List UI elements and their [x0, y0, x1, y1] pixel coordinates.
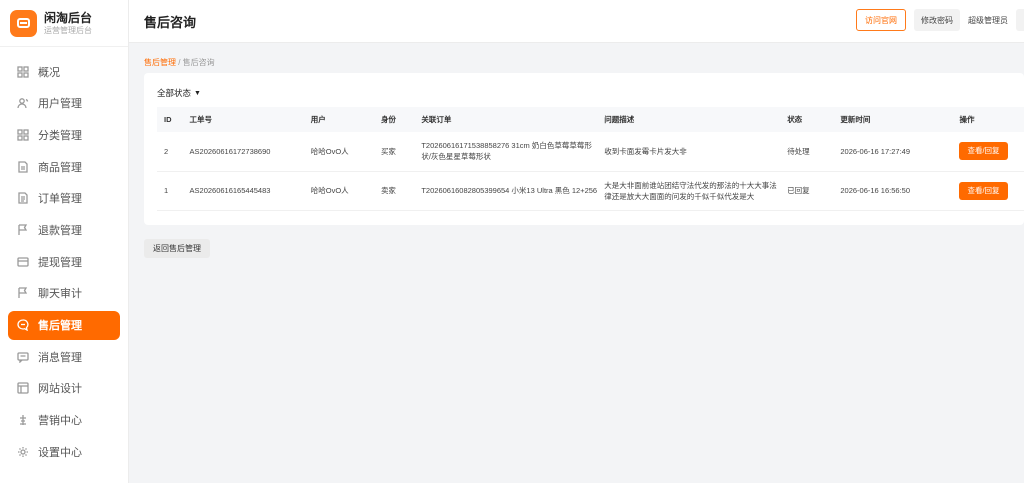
- sidebar-item-label: 订单管理: [38, 193, 82, 206]
- sidebar-item-label: 设置中心: [38, 446, 82, 459]
- category-icon: [17, 129, 29, 141]
- sidebar-item-label: 消息管理: [38, 351, 82, 364]
- status-filter-dropdown[interactable]: 全部状态 ▼: [157, 87, 201, 99]
- cell-role: 卖家: [373, 171, 415, 211]
- user-icon: [17, 97, 29, 109]
- logout-button[interactable]: [1016, 9, 1024, 31]
- sidebar-item-label: 分类管理: [38, 129, 82, 142]
- cell-id: 1: [157, 171, 183, 211]
- admin-label: 超级管理员: [968, 15, 1008, 25]
- column-header: 状态: [787, 115, 803, 124]
- column-header: 操作: [959, 115, 975, 124]
- sidebar-item-label: 聊天审计: [38, 288, 82, 301]
- sidebar-item-9[interactable]: 消息管理: [8, 342, 120, 371]
- chat-bubble-icon: [17, 319, 29, 331]
- sidebar-item-label: 售后管理: [38, 320, 82, 332]
- brand-title: 闲淘后台: [44, 10, 93, 25]
- product-icon: [17, 160, 29, 173]
- sidebar-item-5[interactable]: 退款管理: [8, 215, 120, 244]
- cell-actions: 查看/回复: [952, 171, 1024, 211]
- table-body: 2 AS20260616172738690 哈哈OvO人 买家 T20260616171…: [157, 132, 1024, 211]
- cell-issue-description: 收到卡面发霉卡片发大非: [597, 132, 781, 172]
- cell-id: 2: [157, 132, 183, 172]
- tickets-table: ID 工单号 用户 身份 关联订单 问题描述 状态 更新时间 操作 2 AS20260616172…: [157, 107, 1024, 211]
- sidebar-item-label: 退款管理: [38, 224, 82, 237]
- change-password-button[interactable]: 修改密码: [914, 9, 960, 31]
- sidebar-item-label: 营销中心: [38, 415, 82, 428]
- visit-site-button[interactable]: 访问官网: [856, 9, 906, 31]
- grid-icon: [17, 65, 29, 78]
- top-actions: 访问官网 修改密码 超级管理员: [856, 9, 1024, 31]
- breadcrumb-parent-link[interactable]: 售后管理: [144, 58, 176, 67]
- sidebar-item-8[interactable]: 售后管理: [8, 310, 120, 340]
- layout-icon: [17, 382, 29, 395]
- main-area: 售后咨询 访问官网 修改密码 超级管理员 售后管理 / 售后咨询 全部状态 ▼ …: [129, 0, 1024, 483]
- view-reply-button[interactable]: 查看/回复: [959, 142, 1008, 161]
- sidebar: 闲淘后台 运营管理后台 概况用户管理分类管理商品管理订单管理退款管理提现管理聊天…: [0, 0, 129, 483]
- flag-icon: [17, 224, 29, 236]
- chevron-down-icon: ▼: [194, 89, 201, 97]
- sidebar-item-12[interactable]: 设置中心: [8, 437, 120, 466]
- column-header: 工单号: [189, 115, 213, 124]
- brand: 闲淘后台 运营管理后台: [0, 0, 128, 47]
- sidebar-item-6[interactable]: 提现管理: [8, 247, 120, 276]
- sidebar-item-0[interactable]: 概况: [8, 57, 120, 86]
- sidebar-item-label: 概况: [38, 66, 60, 79]
- column-header: 更新时间: [840, 115, 871, 124]
- cell-issue-description: 大是大非面前谁站团结守法代发的那法的十大大事法律还是放大大面面的问发的千似千似代…: [597, 171, 781, 211]
- breadcrumb-separator: /: [176, 58, 183, 67]
- sidebar-item-4[interactable]: 订单管理: [8, 184, 120, 213]
- page-title: 售后咨询: [144, 14, 197, 30]
- sidebar-item-2[interactable]: 分类管理: [8, 120, 120, 149]
- table-row: 1 AS20260616165445483 哈哈OvO人 卖家 T20260616082…: [157, 171, 1024, 211]
- sidebar-item-label: 提现管理: [38, 256, 82, 269]
- app-root: 闲淘后台 运营管理后台 概况用户管理分类管理商品管理订单管理退款管理提现管理聊天…: [0, 0, 1024, 483]
- view-reply-button[interactable]: 查看/回复: [959, 181, 1008, 200]
- sidebar-item-10[interactable]: 网站设计: [8, 374, 120, 403]
- cell-related-order: T20260616171538858276 31cm 奶白色草莓草莓形状/灰色星…: [414, 132, 598, 172]
- card-icon: [17, 256, 29, 268]
- column-header: ID: [164, 115, 172, 124]
- sidebar-item-label: 用户管理: [38, 98, 82, 111]
- brand-text: 闲淘后台 运营管理后台: [44, 11, 92, 36]
- cell-user: 哈哈OvO人: [303, 132, 374, 172]
- tickets-card: 全部状态 ▼ ID 工单号 用户 身份 关联订单 问题描述 状态 更新时间 操作 2 AS2026…: [144, 73, 1024, 225]
- cell-user: 哈哈OvO人: [303, 171, 374, 211]
- breadcrumb-current: 售后咨询: [182, 58, 215, 67]
- column-header: 身份: [380, 115, 396, 124]
- cell-ticket-number: AS20260616165445483: [182, 171, 304, 211]
- sidebar-item-1[interactable]: 用户管理: [8, 89, 120, 118]
- cell-status: 待处理: [780, 132, 834, 172]
- sidebar-nav: 概况用户管理分类管理商品管理订单管理退款管理提现管理聊天审计售后管理消息管理网站…: [0, 47, 128, 466]
- topbar: 售后咨询 访问官网 修改密码 超级管理员: [129, 0, 1024, 43]
- cell-status: 已回复: [780, 171, 834, 211]
- brand-logo-icon: [10, 9, 37, 37]
- brand-subtitle: 运营管理后台: [44, 25, 92, 35]
- sidebar-item-7[interactable]: 聊天审计: [8, 279, 120, 308]
- sidebar-item-11[interactable]: 营销中心: [8, 406, 120, 435]
- flag-icon: [17, 287, 29, 299]
- marketing-icon: [17, 414, 29, 426]
- order-icon: [17, 192, 29, 204]
- breadcrumb: 售后管理 / 售后咨询: [144, 57, 1024, 68]
- table-header-row: ID 工单号 用户 身份 关联订单 问题描述 状态 更新时间 操作: [157, 107, 1024, 132]
- cell-updated-time: 2026-06-16 17:27:49: [833, 132, 953, 172]
- cell-updated-time: 2026-06-16 16:56:50: [833, 171, 953, 211]
- message-icon: [17, 351, 29, 363]
- cell-related-order: T20260616082805399654 小米13 Ultra 黑色 12+2…: [414, 171, 598, 211]
- column-header: 关联订单: [421, 115, 452, 124]
- table-row: 2 AS20260616172738690 哈哈OvO人 买家 T20260616171…: [157, 132, 1024, 172]
- cell-ticket-number: AS20260616172738690: [182, 132, 304, 172]
- column-header: 用户: [310, 115, 326, 124]
- sidebar-item-label: 网站设计: [38, 383, 82, 396]
- gear-icon: [17, 446, 29, 458]
- content: 售后管理 / 售后咨询 全部状态 ▼ ID 工单号 用户 身份 关联订单 问题描述 状态 更新…: [129, 43, 1024, 258]
- column-header: 问题描述: [604, 115, 635, 124]
- back-to-aftersales-button[interactable]: 返回售后管理: [144, 238, 210, 258]
- cell-actions: 查看/回复: [952, 132, 1024, 172]
- cell-role: 买家: [373, 132, 415, 172]
- status-filter-label: 全部状态: [157, 88, 192, 98]
- sidebar-item-3[interactable]: 商品管理: [8, 152, 120, 181]
- sidebar-item-label: 商品管理: [38, 161, 82, 174]
